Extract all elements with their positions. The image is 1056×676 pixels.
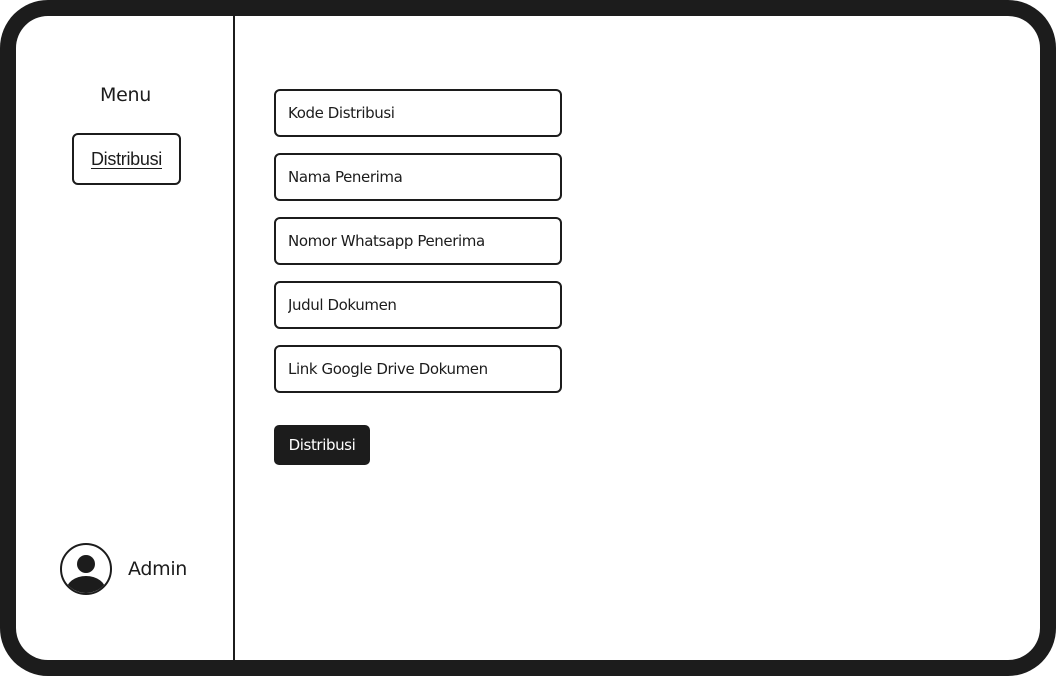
sidebar-item-distribusi[interactable]: Distribusi [72,133,181,185]
app-screen: Menu Distribusi Admin Distribusi [16,16,1040,660]
device-frame: Menu Distribusi Admin Distribusi [0,0,1056,676]
distribution-form: Distribusi [237,16,1040,660]
nama-penerima-input[interactable] [274,153,562,201]
distribusi-submit-button[interactable]: Distribusi [274,425,370,465]
user-profile[interactable]: Admin [60,543,187,595]
user-name: Admin [128,558,188,580]
nomor-whatsapp-input[interactable] [274,217,562,265]
user-avatar-icon [60,543,112,595]
link-google-drive-input[interactable] [274,345,562,393]
menu-title: Menu [100,84,151,106]
kode-distribusi-input[interactable] [274,89,562,137]
judul-dokumen-input[interactable] [274,281,562,329]
sidebar: Menu Distribusi Admin [16,16,235,660]
